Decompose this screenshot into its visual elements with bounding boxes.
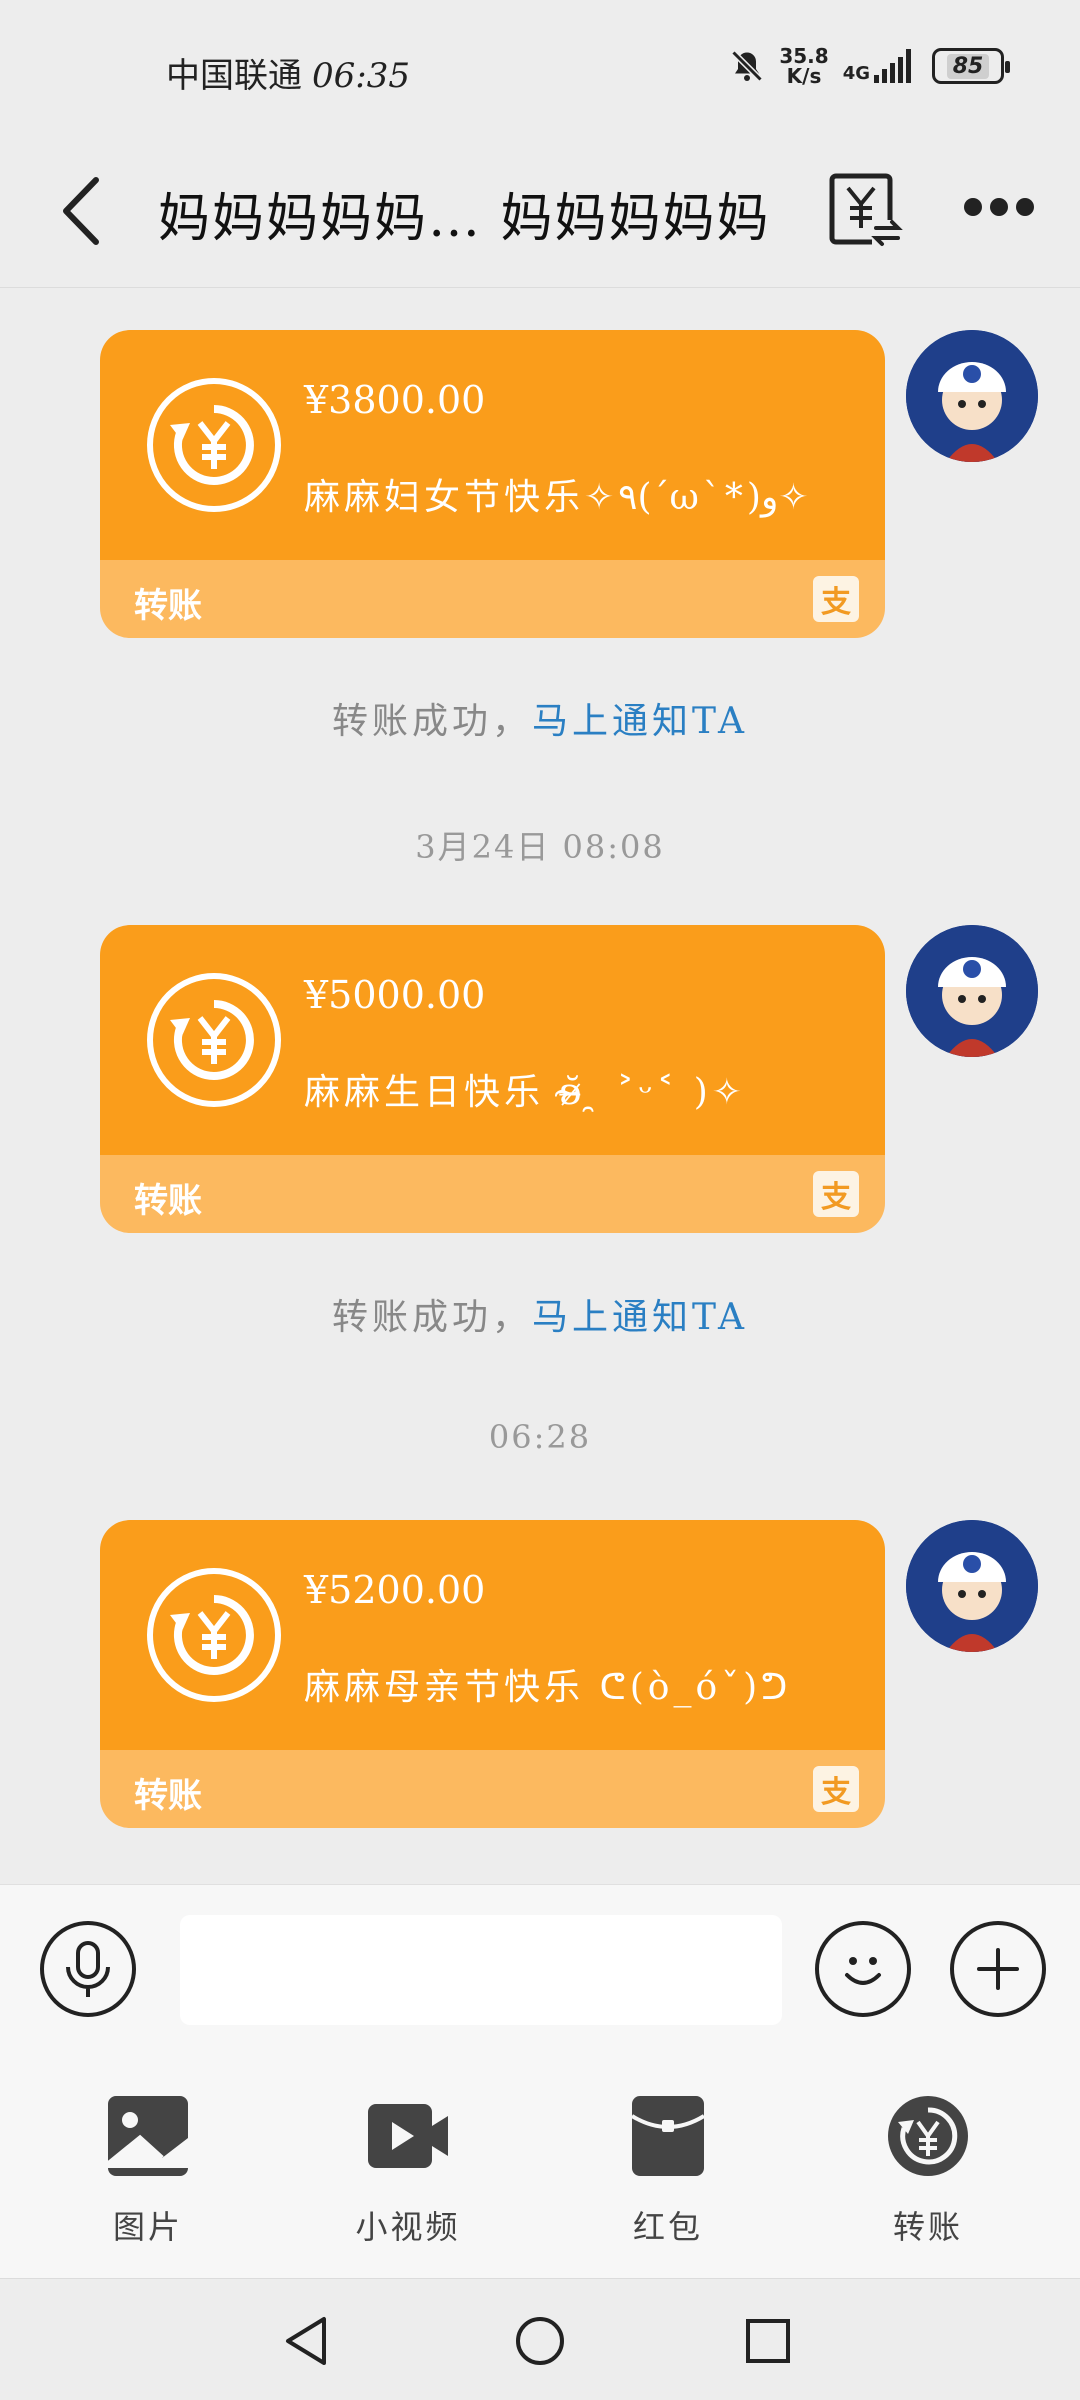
time-separator: 3月24日 08:08 <box>415 828 665 866</box>
transfer-coin-icon <box>147 1568 281 1702</box>
transfer-record-icon[interactable] <box>828 170 904 250</box>
transfer-status-note: 转账成功，马上通知TA <box>0 692 1080 744</box>
plus-icon <box>977 1948 1019 1990</box>
input-bar <box>0 1884 1080 2054</box>
chat-header: 妈妈妈妈妈… 妈妈妈妈妈 <box>0 140 1080 288</box>
card-top: ¥3800.00 麻麻妇女节快乐✧٩(ˊωˋ*)و✧ <box>100 330 885 560</box>
status-left: 中国联通 06:35 <box>166 48 410 97</box>
microphone-icon <box>66 1941 110 1997</box>
avatar[interactable] <box>906 925 1038 1057</box>
nav-recents-icon[interactable] <box>740 2313 796 2369</box>
transfer-amount: ¥5200.00 <box>304 1568 486 1612</box>
chat-title: 妈妈妈妈妈… 妈妈妈妈妈 <box>158 189 771 249</box>
signal-group: 4G <box>843 49 918 83</box>
card-footer-label: 转账 <box>134 586 202 626</box>
transfer-icon <box>888 2096 968 2176</box>
transfer-note: 麻麻母亲节快乐 ᕦ(ò_óˇ)ᕤ <box>304 1667 792 1708</box>
emoji-button[interactable] <box>815 1921 911 2017</box>
net-speed-unit: K/s <box>786 64 822 88</box>
tool-label: 转账 <box>892 2208 963 2246</box>
tool-image[interactable]: 图片 <box>68 2094 228 2248</box>
red-packet-icon <box>630 2096 706 2176</box>
notify-link[interactable]: 马上通知TA <box>532 1297 748 1338</box>
transfer-status-text: 转账成功， <box>331 701 532 742</box>
notify-link[interactable]: 马上通知TA <box>532 701 748 742</box>
battery-icon: 85 <box>932 48 1010 84</box>
signal-icon <box>874 49 911 83</box>
card-footer: 转账 支 <box>100 1750 885 1828</box>
tool-panel: 图片 小视频 红包 转账 <box>0 2054 1080 2278</box>
transfer-status-note: 转账成功，马上通知TA <box>0 1288 1080 1340</box>
transfer-coin-icon <box>147 378 281 512</box>
card-footer: 转账 支 <box>100 560 885 638</box>
nav-back-icon[interactable] <box>280 2313 336 2369</box>
network-type: 4G <box>842 63 870 84</box>
transfer-card[interactable]: ¥3800.00 麻麻妇女节快乐✧٩(ˊωˋ*)و✧ 转账 支 <box>100 330 885 638</box>
net-speed: 35.8 K/s <box>779 46 828 86</box>
nav-home-icon[interactable] <box>512 2313 568 2369</box>
back-arrow-icon[interactable] <box>50 166 120 256</box>
image-icon <box>106 2096 188 2176</box>
transfer-amount: ¥5000.00 <box>304 973 486 1017</box>
video-icon <box>368 2104 448 2168</box>
tool-label: 小视频 <box>355 2208 461 2246</box>
card-footer-label: 转账 <box>134 1776 202 1816</box>
status-bar: 中国联通 06:35 35.8 K/s 4G 85 <box>0 0 1080 140</box>
transfer-card[interactable]: ¥5200.00 麻麻母亲节快乐 ᕦ(ò_óˇ)ᕤ 转账 支 <box>100 1520 885 1828</box>
transfer-amount: ¥3800.00 <box>304 378 486 422</box>
battery-level: 85 <box>946 53 990 79</box>
carrier-name: 中国联通 <box>166 56 302 96</box>
transfer-note: 麻麻妇女节快乐✧٩(ˊωˋ*)و✧ <box>304 477 809 518</box>
alipay-icon: 支 <box>813 576 859 622</box>
card-footer-label: 转账 <box>134 1181 202 1221</box>
alipay-icon: 支 <box>813 1766 859 1812</box>
transfer-coin-icon <box>147 973 281 1107</box>
transfer-status-text: 转账成功， <box>331 1297 532 1338</box>
status-right: 35.8 K/s 4G 85 <box>729 46 1010 86</box>
card-top: ¥5000.00 麻麻生日快乐 ʚ̴̶̷̆ ̯ ˃ᵕ˂ )✧ <box>100 925 885 1155</box>
avatar-image <box>906 330 1038 462</box>
card-top: ¥5200.00 麻麻母亲节快乐 ᕦ(ò_óˇ)ᕤ <box>100 1520 885 1750</box>
tool-label: 红包 <box>632 2208 703 2246</box>
message-input[interactable] <box>180 1915 782 2025</box>
emoji-icon <box>845 1957 881 1985</box>
time-separator: 06:28 <box>488 1418 592 1456</box>
avatar-image <box>906 925 1038 1057</box>
mute-bell-icon <box>731 50 763 82</box>
alipay-icon: 支 <box>813 1171 859 1217</box>
avatar[interactable] <box>906 330 1038 462</box>
avatar[interactable] <box>906 1520 1038 1652</box>
status-time: 06:35 <box>312 56 410 96</box>
tool-red-packet[interactable]: 红包 <box>588 2094 748 2248</box>
more-icon[interactable] <box>964 192 1034 222</box>
net-speed-value: 35.8 <box>779 44 829 68</box>
system-nav-bar <box>0 2278 1080 2400</box>
avatar-image <box>906 1520 1038 1652</box>
tool-label: 图片 <box>112 2208 183 2246</box>
transfer-note: 麻麻生日快乐 ʚ̴̶̷̆ ̯ ˃ᵕ˂ )✧ <box>304 1072 746 1113</box>
plus-button[interactable] <box>950 1921 1046 2017</box>
voice-button[interactable] <box>40 1921 136 2017</box>
tool-transfer[interactable]: 转账 <box>848 2094 1008 2248</box>
transfer-card[interactable]: ¥5000.00 麻麻生日快乐 ʚ̴̶̷̆ ̯ ˃ᵕ˂ )✧ 转账 支 <box>100 925 885 1233</box>
card-footer: 转账 支 <box>100 1155 885 1233</box>
tool-video[interactable]: 小视频 <box>328 2094 488 2248</box>
